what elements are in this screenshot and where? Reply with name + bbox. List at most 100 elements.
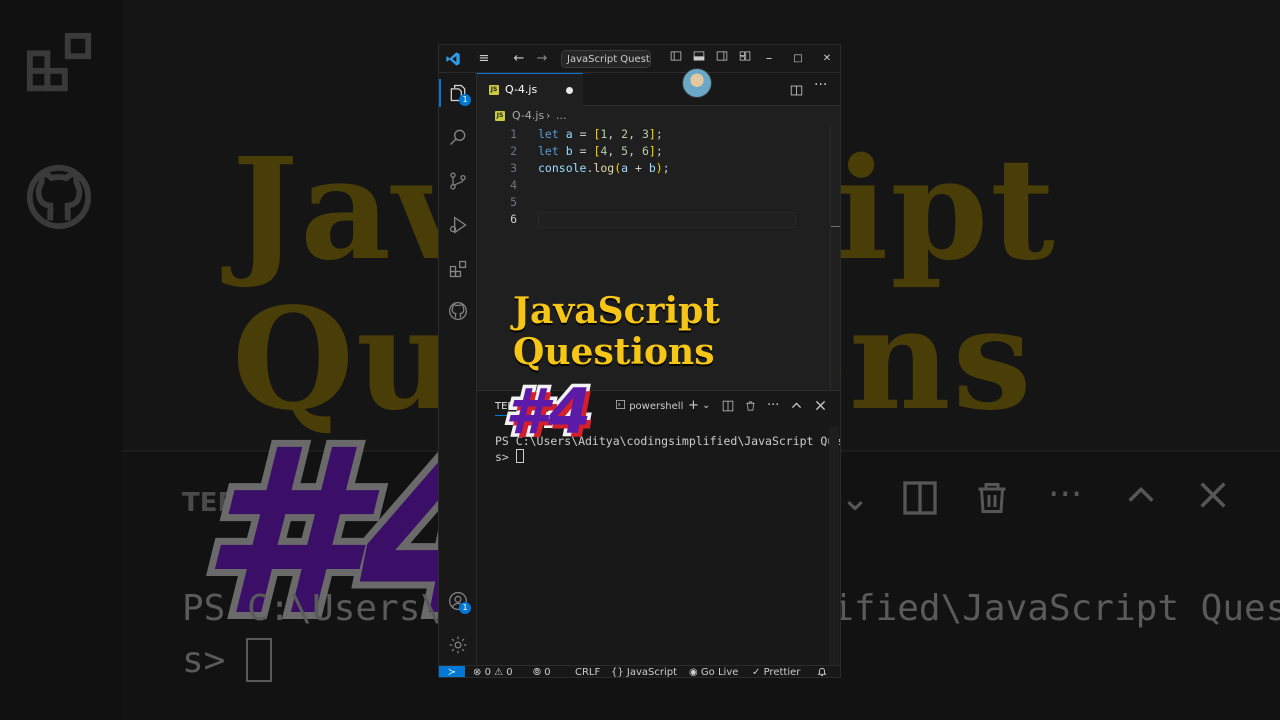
code-token: ; [655,144,663,158]
code-token: , [628,127,642,141]
prettier-status[interactable]: ✓ Prettier [752,666,800,678]
menu-icon[interactable]: ≡ [475,45,493,73]
code-token: a [565,127,573,141]
code-token: ; [655,127,663,141]
customize-layout-icon[interactable] [737,45,753,73]
accounts-icon[interactable]: 1 [439,581,477,621]
nav-back-icon[interactable]: ← [511,45,527,73]
tab-label: Q-4.js [505,83,538,96]
explorer-badge: 1 [459,94,471,106]
nav-forward-icon[interactable]: → [534,45,550,73]
notifications-bell-icon[interactable] [817,666,827,677]
warning-icon: ⚠ [494,667,504,678]
overlay-title: JavaScript Questions [513,291,720,373]
status-bar: ≻ ⊗ 0 ⚠ 0 ⦾ 0 CRLF {} JavaScript ◉ Go Li… [439,665,840,678]
code-line-2: let b = [4, 5, 6]; [538,144,663,158]
overlay-number: #4 [501,375,594,448]
terminal-dropdown-chevron-icon[interactable]: ⌄ [702,398,710,414]
code-token: + [628,161,649,175]
extensions-activity-icon[interactable] [439,249,477,289]
double-check-icon: ✓ [752,667,761,678]
background-terminal-line2: s> [182,640,248,681]
command-center-search[interactable]: JavaScript Questions [561,50,651,68]
search-icon[interactable] [439,117,477,157]
new-terminal-plus-icon[interactable]: + [688,398,699,414]
minimap-cursor-marker [831,226,840,227]
toggle-primary-sidebar-icon[interactable] [668,45,684,73]
braces-icon: {} [611,667,624,678]
problems-status[interactable]: ⊗ 0 ⚠ 0 [473,666,513,678]
error-count: 0 [484,667,491,678]
panel-more-actions-icon[interactable]: ··· [767,398,779,414]
code-token: log [593,161,615,175]
code-token: b [565,144,573,158]
title-bar: ≡ ← → JavaScript Questions – □ ✕ [439,45,840,73]
terminal-cursor [515,449,524,463]
editor-tabs: JS Q-4.js ··· [477,73,840,106]
terminal-selector[interactable]: powershell [615,399,683,415]
split-terminal-icon[interactable] [722,400,734,417]
background-terminal-cursor [246,638,272,682]
code-token: ] [648,144,656,158]
code-token: 6 [641,144,649,158]
code-token: b [648,161,656,175]
minimap-divider [830,126,831,390]
background-more-icon: ··· [1048,474,1083,515]
tab-q4-js[interactable]: JS Q-4.js [477,73,583,106]
remote-indicator-icon[interactable]: ≻ [439,666,465,677]
go-live-status[interactable]: ◉ Go Live [689,666,739,678]
overlay-title-line2: Questions [513,331,715,373]
terminal-scrollbar[interactable] [829,427,839,665]
unsaved-dot-icon[interactable] [566,87,573,94]
code-token: , [628,144,642,158]
accounts-badge: 1 [459,602,471,614]
breadcrumb-separator: › [546,109,551,122]
current-line-highlight [538,212,796,228]
code-token: , [607,127,622,141]
eol-status[interactable]: CRLF [575,666,600,677]
code-line-3: console.log(a + b); [538,161,670,175]
breadcrumb-js-icon: JS [495,111,505,121]
close-window-button[interactable]: ✕ [819,45,835,73]
source-control-icon[interactable] [439,161,477,201]
vscode-logo-icon [446,52,460,66]
code-token: let [538,144,559,158]
terminal-icon [616,400,625,409]
line-number: 5 [510,195,517,209]
line-number-current: 6 [510,212,517,226]
breadcrumb: JS Q-4.js › ... [477,106,840,126]
language-mode-status[interactable]: {} JavaScript [611,666,678,678]
avatar [682,68,712,98]
maximize-button[interactable]: □ [790,45,806,73]
activity-bar: 1 1 [439,73,477,665]
maximize-panel-chevron-up-icon[interactable] [791,400,802,416]
code-token: ] [648,127,656,141]
split-editor-icon[interactable] [790,82,803,101]
background-chevron-up-icon [1124,478,1158,521]
settings-gear-icon[interactable] [439,625,477,665]
editor-more-actions-icon[interactable]: ··· [814,77,827,93]
code-token: = [572,127,594,141]
kill-terminal-trash-icon[interactable] [745,400,756,417]
line-number: 2 [510,144,517,158]
line-number: 1 [510,127,517,141]
background-trash-icon [974,478,1010,527]
overlay-title-line1: JavaScript [513,290,720,332]
run-debug-icon[interactable] [439,205,477,245]
code-line-1: let a = [1, 2, 3]; [538,127,663,141]
github-activity-icon[interactable] [439,291,477,331]
breadcrumb-more[interactable]: ... [556,106,567,126]
minimize-button[interactable]: – [761,45,777,73]
error-icon: ⊗ [473,667,482,678]
vscode-window: ≡ ← → JavaScript Questions – □ ✕ 1 [438,44,841,678]
ports-status[interactable]: ⦾ 0 [533,666,551,677]
explorer-icon[interactable]: 1 [439,73,477,113]
background-close-icon [1196,478,1230,521]
language-label: JavaScript [626,667,678,678]
line-number: 4 [510,178,517,192]
go-live-label: Go Live [700,667,739,678]
breadcrumb-file[interactable]: Q-4.js [512,106,544,126]
javascript-file-icon: JS [489,85,499,95]
close-panel-icon[interactable] [815,400,826,416]
toggle-secondary-sidebar-icon[interactable] [714,45,730,73]
